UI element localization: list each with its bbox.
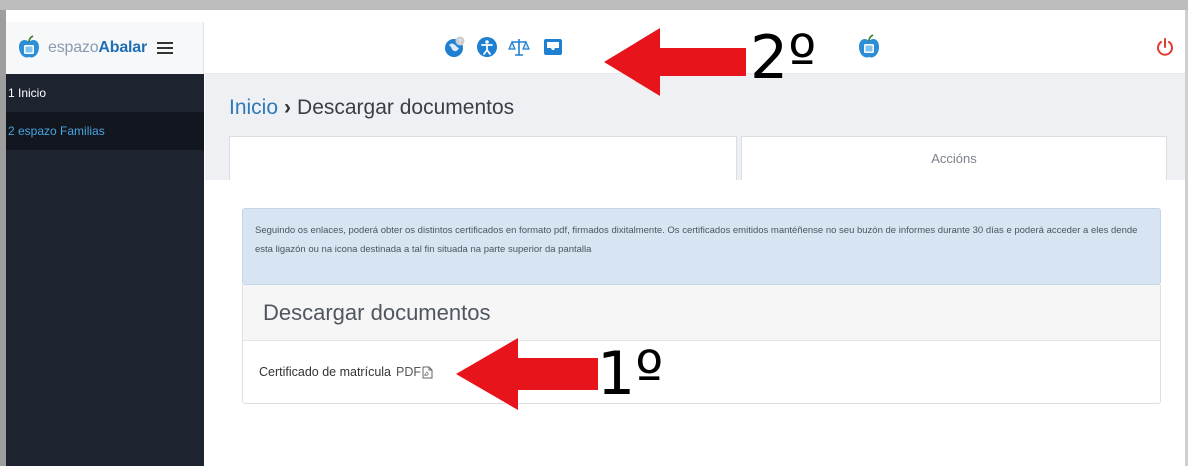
power-icon[interactable] xyxy=(1155,37,1175,57)
panel-title: Descargar documentos xyxy=(243,285,1160,341)
sidebar-item-espazo-familias[interactable]: 2 espazo Familias xyxy=(6,112,204,150)
accessibility-icon[interactable] xyxy=(476,36,498,58)
list-item: Certificado de matrícula PDF xyxy=(243,341,1160,403)
table-header-cell-name xyxy=(229,136,737,180)
pdf-download-link[interactable]: PDF xyxy=(396,365,433,379)
table-header-cell-actions: Accións xyxy=(741,136,1167,180)
pdf-link-text: PDF xyxy=(396,365,422,379)
abalar-apple-icon[interactable] xyxy=(856,33,882,61)
annotation-label-second: 2º xyxy=(750,23,817,93)
breadcrumb-home-link[interactable]: Inicio xyxy=(229,96,278,119)
document-label: Certificado de matrícula xyxy=(259,365,392,379)
annotation-arrow-top xyxy=(604,28,746,96)
breadcrumb: Inicio › Descargar documentos xyxy=(229,96,514,120)
hamburger-menu-icon[interactable] xyxy=(157,42,174,54)
apple-tablet-logo-icon[interactable] xyxy=(16,35,42,61)
breadcrumb-current: Descargar documentos xyxy=(297,96,515,119)
pdf-file-icon xyxy=(422,366,433,378)
breadcrumb-separator: › xyxy=(284,96,292,119)
brand-name: espazoAbalar xyxy=(48,39,147,57)
info-alert: Seguindo os enlaces, poderá obter os dis… xyxy=(242,208,1161,285)
sidebar: 1 Inicio 2 espazo Familias xyxy=(6,74,204,466)
sidebar-item-inicio[interactable]: 1 Inicio xyxy=(6,74,204,112)
brand-name-bold: Abalar xyxy=(98,39,148,56)
brand-name-light: espazo xyxy=(48,39,99,56)
table-header: Accións xyxy=(229,136,1167,180)
inbox-tray-icon[interactable] xyxy=(542,36,564,58)
download-documents-panel: Descargar documentos Certificado de matr… xyxy=(242,285,1161,404)
help-globe-icon[interactable]: ? xyxy=(444,36,466,58)
annotation-label-first: 1º xyxy=(597,339,664,409)
annotation-arrow-bottom xyxy=(456,338,598,410)
legal-scales-icon[interactable] xyxy=(508,36,530,58)
svg-text:?: ? xyxy=(458,39,461,46)
main-content: Inicio › Descargar documentos Accións Segu… xyxy=(205,74,1185,466)
window-top-strip xyxy=(0,0,1188,10)
brand-header: espazoAbalar xyxy=(6,22,204,74)
